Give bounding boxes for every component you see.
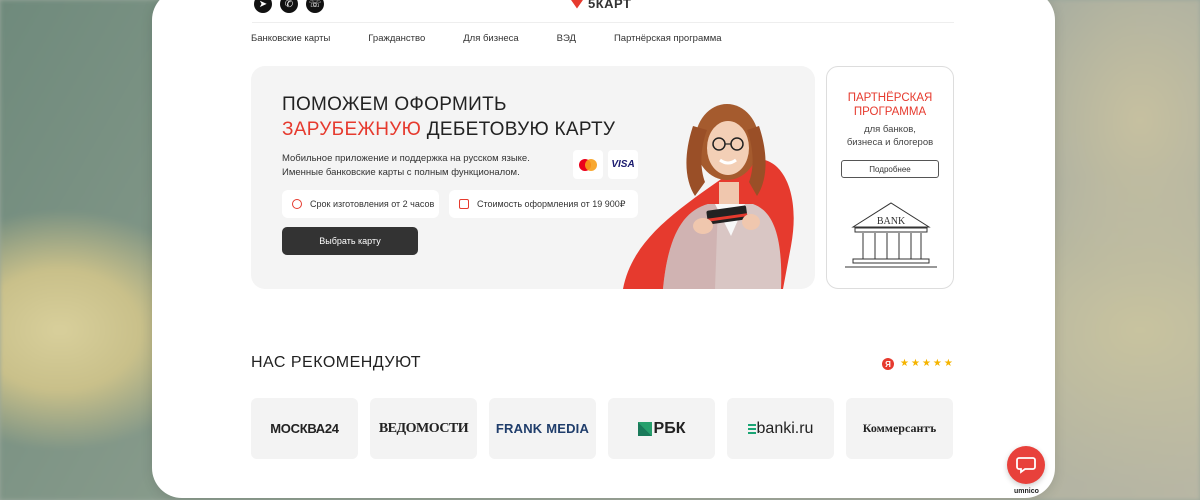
logo-rbk-text: РБК xyxy=(653,419,686,437)
logo-moskva24[interactable]: МОСКВА24 xyxy=(251,398,358,459)
nav-item-bank-cards[interactable]: Банковские карты xyxy=(251,33,330,44)
feature-chip-time-label: Срок изготовления от 2 часов xyxy=(310,199,435,209)
logo-banki-wrap: banki.ru xyxy=(747,419,814,438)
nav-item-partner[interactable]: Партнёрская программа xyxy=(614,33,722,44)
hero-title: ПОМОЖЕМ ОФОРМИТЬ ЗАРУБЕЖНУЮ ДЕБЕТОВУЮ КА… xyxy=(282,92,615,142)
feature-chip-cost-label: Стоимость оформления от 19 900₽ xyxy=(477,198,626,209)
partner-program-card[interactable]: ПАРТНЁРСКАЯ ПРОГРАММА для банков, бизнес… xyxy=(826,66,954,289)
partner-subtitle: для банков, бизнеса и блогеров xyxy=(846,124,934,148)
choose-card-button[interactable]: Выбрать карту xyxy=(282,227,418,255)
mastercard-icon xyxy=(573,150,603,179)
logo-text: 5КАРТ xyxy=(588,0,632,11)
feature-chip-time: Срок изготовления от 2 часов xyxy=(282,190,439,218)
partner-title: ПАРТНЁРСКАЯ ПРОГРАММА xyxy=(847,92,933,118)
logo-vedomosti-text: ВЕДОМОСТИ xyxy=(378,420,469,436)
yandex-icon: Я xyxy=(882,358,894,370)
hero-desc-line1: Мобильное приложение и поддержка на русс… xyxy=(282,153,530,164)
bank-label: BANK xyxy=(877,216,906,227)
hero-title-line2: ДЕБЕТОВУЮ КАРТУ xyxy=(421,119,616,140)
hero-woman-photo xyxy=(623,104,794,289)
chat-widget-button[interactable] xyxy=(1007,446,1045,484)
logo-rbk[interactable]: РБК xyxy=(608,398,715,459)
website-page: ➤ ✆ ☏ 5КАРТ Банковские карты Гражданство… xyxy=(152,0,1055,498)
rbk-mark-icon xyxy=(637,421,652,436)
logo-banki-text: banki.ru xyxy=(756,419,814,437)
nav-item-citizenship[interactable]: Гражданство xyxy=(368,33,425,44)
logo-moskva24-text: МОСКВА24 xyxy=(270,421,339,436)
hero-title-highlight: ЗАРУБЕЖНУЮ xyxy=(282,119,422,140)
bank-building-icon: BANK xyxy=(845,202,937,268)
hero-title-line1: ПОМОЖЕМ ОФОРМИТЬ xyxy=(282,94,507,115)
wallet-icon xyxy=(459,199,469,209)
social-links: ➤ ✆ ☏ xyxy=(254,0,324,13)
site-logo[interactable]: 5КАРТ xyxy=(570,0,632,11)
star-icon: ★ xyxy=(932,358,942,369)
logo-rbk-wrap: РБК xyxy=(637,419,686,438)
yandex-rating[interactable]: Я ★ ★ ★ ★ ★ xyxy=(882,358,953,370)
top-bar: ➤ ✆ ☏ 5КАРТ xyxy=(252,0,954,23)
hero-desc-line2: Именные банковские карты с полным функци… xyxy=(282,167,520,178)
hero-description: Мобильное приложение и поддержка на русс… xyxy=(282,152,530,180)
logo-kommersant[interactable]: Коммерсантъ xyxy=(846,398,953,459)
hero-banner: ПОМОЖЕМ ОФОРМИТЬ ЗАРУБЕЖНУЮ ДЕБЕТОВУЮ КА… xyxy=(251,66,815,289)
main-nav: Банковские карты Гражданство Для бизнеса… xyxy=(251,33,760,44)
star-icon: ★ xyxy=(921,358,931,369)
telegram-icon[interactable]: ➤ xyxy=(254,0,272,13)
logo-vedomosti[interactable]: ВЕДОМОСТИ xyxy=(370,398,477,459)
whatsapp-icon[interactable]: ✆ xyxy=(280,0,298,13)
star-icon: ★ xyxy=(910,358,920,369)
umnico-label: umnico xyxy=(1014,488,1039,495)
feature-chip-cost: Стоимость оформления от 19 900₽ xyxy=(449,190,638,218)
star-icon: ★ xyxy=(943,358,953,369)
nav-item-business[interactable]: Для бизнеса xyxy=(463,33,518,44)
nav-item-ved[interactable]: ВЭД xyxy=(557,33,576,44)
banki-mark-icon xyxy=(747,423,756,434)
logo-banki-ru[interactable]: banki.ru xyxy=(727,398,834,459)
viber-icon[interactable]: ☏ xyxy=(306,0,324,13)
chat-bubble-icon xyxy=(1016,457,1036,474)
media-logos: МОСКВА24 ВЕДОМОСТИ FRANK MEDIA РБК banki… xyxy=(251,398,953,459)
logo-frank-media[interactable]: FRANK MEDIA xyxy=(489,398,596,459)
star-icon: ★ xyxy=(900,358,909,369)
logo-kommersant-text: Коммерсантъ xyxy=(862,421,937,435)
partner-more-button[interactable]: Подробнее xyxy=(841,160,939,178)
logo-mark-icon xyxy=(570,0,584,9)
recommend-title: НАС РЕКОМЕНДУЮТ xyxy=(251,354,422,371)
clock-icon xyxy=(292,199,302,209)
logo-frank-media-text: FRANK MEDIA xyxy=(495,421,590,436)
